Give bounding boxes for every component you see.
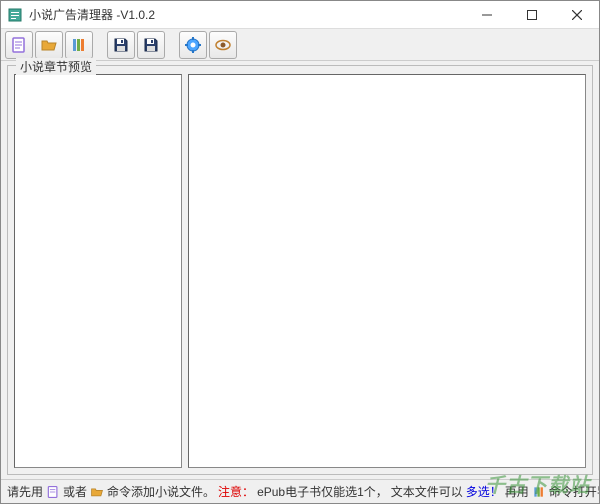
chapter-preview-group: 小说章节预览	[7, 65, 593, 475]
status-text: 文本文件可以	[391, 483, 463, 500]
fieldset-label: 小说章节预览	[16, 58, 96, 75]
minimize-button[interactable]	[464, 1, 509, 29]
folder-icon	[90, 484, 104, 500]
toolbar	[1, 29, 599, 61]
status-warning-label: 注意：	[218, 483, 254, 500]
maximize-button[interactable]	[509, 1, 554, 29]
status-text: 或者	[63, 483, 87, 500]
books-icon	[532, 484, 546, 500]
status-text: 请先用	[7, 483, 43, 500]
status-multiselect: 多选！	[466, 483, 502, 500]
statusbar: 请先用 或者 命令添加小说文件。 注意： ePub电子书仅能选1个， 文本文件可…	[1, 479, 599, 503]
window-controls	[464, 1, 599, 29]
titlebar: 小说广告清理器 -V1.0.2	[1, 1, 599, 29]
content-area: 小说章节预览	[1, 61, 599, 479]
close-button[interactable]	[554, 1, 599, 29]
nav-books-button[interactable]	[65, 31, 93, 59]
new-doc-button[interactable]	[5, 31, 33, 59]
settings-button[interactable]	[179, 31, 207, 59]
save-as-button[interactable]	[137, 31, 165, 59]
window-title: 小说广告清理器 -V1.0.2	[29, 6, 464, 23]
open-folder-button[interactable]	[35, 31, 63, 59]
preview-button[interactable]	[209, 31, 237, 59]
app-window: 小说广告清理器 -V1.0.2	[0, 0, 600, 504]
doc-icon	[46, 484, 60, 500]
save-button[interactable]	[107, 31, 135, 59]
status-text: 命令打开导航窗口！	[549, 483, 599, 500]
app-icon	[7, 7, 23, 23]
status-text: ePub电子书仅能选1个，	[257, 483, 388, 500]
chapter-list-panel[interactable]	[14, 74, 182, 468]
chapter-content-panel[interactable]	[188, 74, 586, 468]
status-text: 命令添加小说文件。	[107, 483, 215, 500]
status-text: 再用	[505, 483, 529, 500]
